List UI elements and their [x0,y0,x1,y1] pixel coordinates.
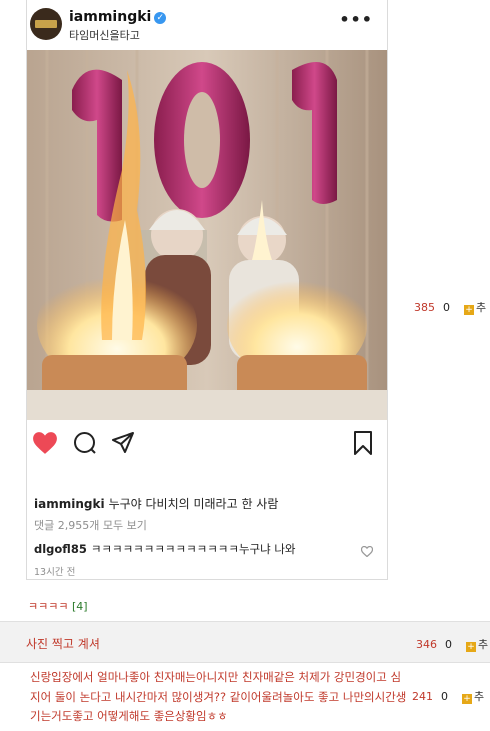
view-comments-link[interactable]: 댓글 2,955개 모두 보기 [34,517,147,533]
recommend-label[interactable]: 추 [474,690,484,703]
comment-count: 0 [443,301,450,314]
post-header: iammingki ✓ 타임머신을타고 ••• [27,0,387,50]
caption-text: 누구야 다비치의 미래라고 한 사람 [108,497,279,511]
comment-row-meta: 346 0 + 추 [416,636,488,652]
avatar[interactable] [30,8,62,40]
plus-icon[interactable]: + [466,642,476,652]
more-options-icon[interactable]: ••• [339,10,373,29]
share-icon[interactable] [111,431,135,459]
recommend-label[interactable]: 추 [478,638,488,651]
post-photo [27,50,387,420]
comment-row-meta: 241 0 + 추 [412,688,484,704]
comment-row-title[interactable]: 사진 찍고 계셔 [26,635,100,652]
comment-icon[interactable] [73,431,97,459]
plus-icon[interactable]: + [464,305,474,315]
post-meta-row: 385 0 + 추 [414,299,486,315]
comment-username[interactable]: dlgofl85 [34,542,87,556]
comment-count: 0 [445,638,452,651]
view-count: 346 [416,638,437,651]
comment-row[interactable]: 신랑입장에서 얼마나좋아 친자매는아니지만 친자매같은 처제가 강민경이고 심지… [0,666,490,731]
reply-tag-count: [4] [71,600,88,613]
comment-row-title[interactable]: 신랑입장에서 얼마나좋아 친자매는아니지만 친자매같은 처제가 강민경이고 심지… [30,668,408,727]
recommend-label[interactable]: 추 [476,301,486,314]
action-bar [27,425,387,465]
bookmark-icon[interactable] [353,431,373,459]
plus-icon[interactable]: + [462,694,472,704]
username-text[interactable]: iammingki [69,9,151,25]
post-caption: iammingki 누구야 다비치의 미래라고 한 사람 [34,495,278,512]
reply-tag[interactable]: ㅋㅋㅋㅋ [4] [28,598,88,614]
view-count: 241 [412,690,433,703]
comment-text: ㅋㅋㅋㅋㅋㅋㅋㅋㅋㅋㅋㅋㅋㅋ누구냐 나와 [90,542,296,556]
view-count: 385 [414,301,435,314]
caption-username[interactable]: iammingki [34,497,105,511]
reply-tag-text[interactable]: ㅋㅋㅋㅋ [28,600,68,613]
post-timestamp: 13시간 전 [34,567,76,578]
instagram-post-card: iammingki ✓ 타임머신을타고 ••• iammingki 누구야 다비… [26,0,388,580]
comment-row[interactable]: 사진 찍고 계셔 346 0 + 추 [0,621,490,663]
verified-icon: ✓ [154,12,167,24]
post-location[interactable]: 타임머신을타고 [69,27,140,43]
post-username[interactable]: iammingki ✓ [69,9,167,25]
post-comment: dlgofl85 ㅋㅋㅋㅋㅋㅋㅋㅋㅋㅋㅋㅋㅋㅋ누구냐 나와 [34,541,296,557]
comment-like-icon[interactable] [360,542,374,561]
comment-count: 0 [441,690,448,703]
heart-icon[interactable] [32,431,58,459]
